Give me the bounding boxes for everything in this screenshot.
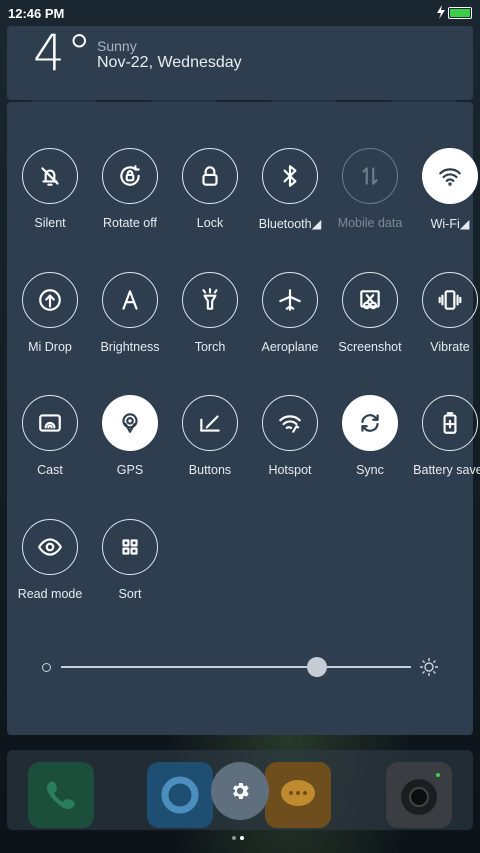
- bell-off-icon: [22, 148, 78, 204]
- toggle-brightness[interactable]: Brightness: [91, 272, 171, 372]
- toggle-silent[interactable]: Silent: [11, 148, 91, 248]
- lock-icon: [182, 148, 238, 204]
- weather-date: Nov-22, Wednesday: [97, 54, 242, 71]
- toggle-buttons[interactable]: Buttons: [171, 395, 251, 495]
- settings-button[interactable]: [211, 762, 269, 820]
- brightness-high-icon: [420, 658, 438, 676]
- toggle-gps[interactable]: GPS: [91, 395, 171, 495]
- gps-icon: [102, 395, 158, 451]
- weather-card[interactable]: 4° Sunny Nov-22, Wednesday: [7, 24, 473, 100]
- toggle-label: Vibrate: [430, 340, 470, 354]
- toggle-screenshot[interactable]: Screenshot: [331, 272, 411, 372]
- toggle-cast[interactable]: Cast: [11, 395, 91, 495]
- toggle-mobile-data[interactable]: Mobile data: [331, 148, 411, 248]
- toggle-aeroplane[interactable]: Aeroplane: [251, 272, 331, 372]
- weather-condition: Sunny: [97, 38, 137, 54]
- mi-drop-icon: [22, 272, 78, 328]
- toggle-label: Battery saver: [413, 463, 480, 477]
- brightness-thumb[interactable]: [306, 657, 327, 677]
- toggle-label: Sort: [118, 587, 142, 601]
- toggle-sort[interactable]: Sort: [91, 519, 171, 619]
- temperature: 4°: [33, 24, 94, 82]
- camera-app-icon[interactable]: [386, 762, 452, 828]
- browser-app-icon[interactable]: [147, 762, 213, 828]
- buttons-icon: [182, 395, 238, 451]
- toggle-lock[interactable]: Lock: [171, 148, 251, 248]
- toggle-hotspot[interactable]: Hotspot: [251, 395, 331, 495]
- phone-app-icon[interactable]: [28, 762, 94, 828]
- torch-icon: [182, 272, 238, 328]
- eye-icon: [22, 519, 78, 575]
- toggle-vibrate[interactable]: Vibrate: [411, 272, 480, 372]
- airplane-icon: [262, 272, 318, 328]
- toggle-sync[interactable]: Sync: [331, 395, 411, 495]
- toggle-mi-drop[interactable]: Mi Drop: [11, 272, 91, 372]
- brightness-low-icon: [42, 663, 51, 672]
- brightness-track[interactable]: [61, 666, 411, 668]
- status-bar: 12:46 PM: [0, 0, 480, 26]
- status-time: 12:46 PM: [8, 6, 65, 21]
- battery-saver-icon: [422, 395, 478, 451]
- bluetooth-icon: [262, 148, 318, 204]
- gear-icon: [233, 783, 249, 799]
- sync-icon: [342, 395, 398, 451]
- hotspot-icon: [262, 395, 318, 451]
- messages-app-icon[interactable]: [265, 762, 331, 828]
- charging-icon: [437, 5, 445, 19]
- toggle-bluetooth[interactable]: Bluetooth◢: [251, 148, 331, 248]
- grid-icon: [102, 519, 158, 575]
- page-indicator: [232, 827, 248, 845]
- wifi-icon: [422, 148, 478, 204]
- toggle-rotate-off[interactable]: Rotate off: [91, 148, 171, 248]
- rotate-lock-icon: [102, 148, 158, 204]
- vibrate-icon: [422, 272, 478, 328]
- brightness-icon: [102, 272, 158, 328]
- scissors-icon: [342, 272, 398, 328]
- cast-icon: [22, 395, 78, 451]
- battery-icon: [448, 7, 472, 19]
- toggle-read-mode[interactable]: Read mode: [11, 519, 91, 619]
- toggle-torch[interactable]: Torch: [171, 272, 251, 372]
- mobile-data-icon: [342, 148, 398, 204]
- quick-settings-panel: Silent Rotate off Lock Bluetooth◢ Mobile dat…: [7, 102, 480, 735]
- toggle-label: Wi-Fi◢: [430, 217, 470, 231]
- toggle-battery-saver[interactable]: Battery saver: [411, 395, 480, 495]
- brightness-slider[interactable]: [7, 657, 473, 677]
- toggle-wi-fi[interactable]: Wi-Fi◢: [411, 148, 480, 248]
